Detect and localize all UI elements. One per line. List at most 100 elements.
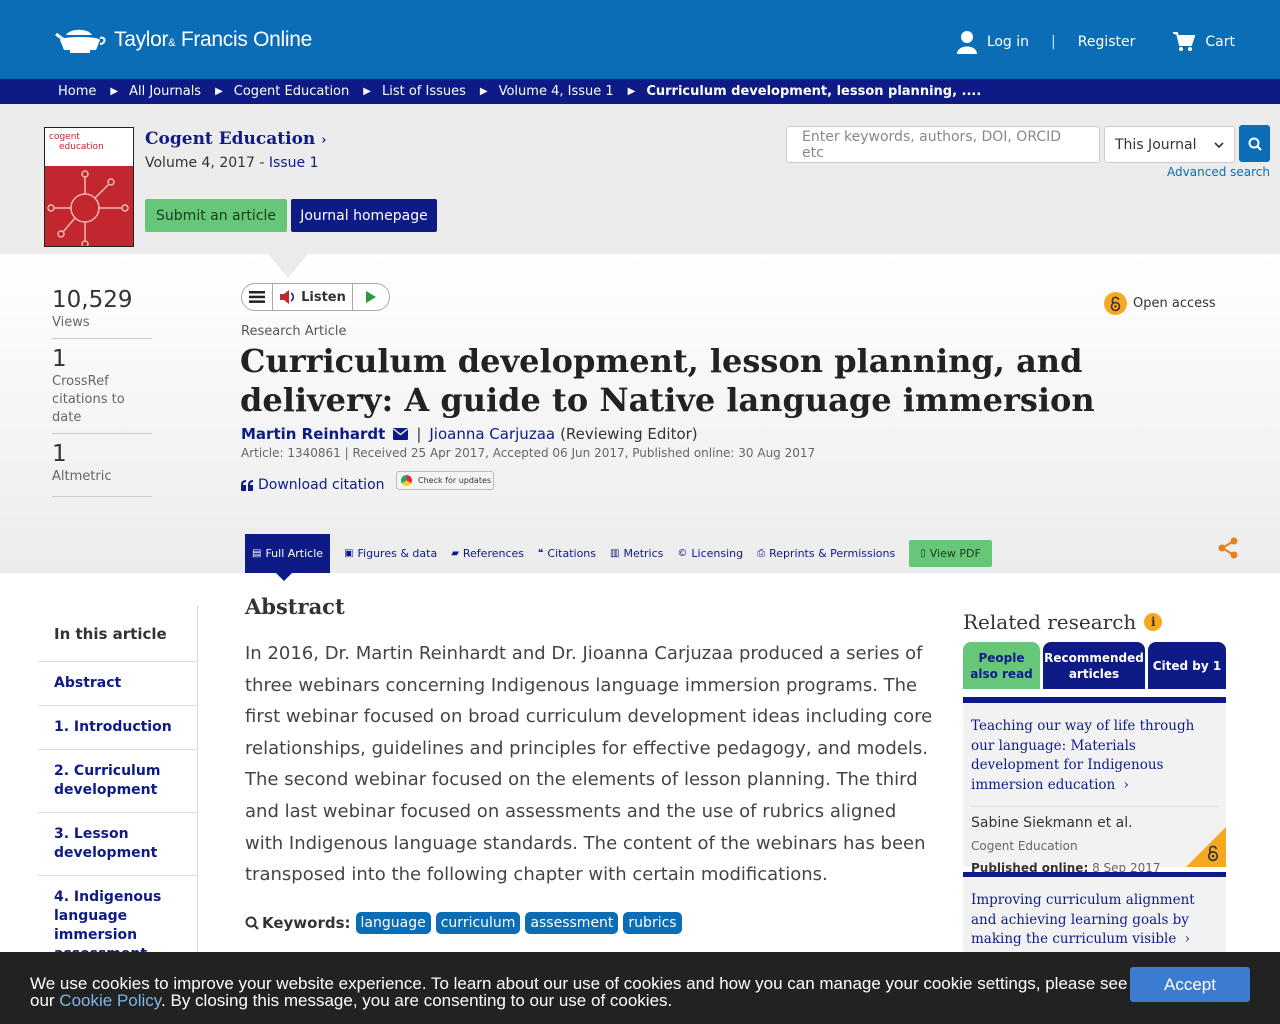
breadcrumb-home[interactable]: Home <box>58 84 96 99</box>
play-icon <box>366 291 376 303</box>
tab-reprints-permissions[interactable]: ⎙ Reprints & Permissions <box>757 547 895 560</box>
author-link[interactable]: Martin Reinhardt <box>241 425 385 443</box>
metric-value: 1 <box>52 441 67 467</box>
user-icon <box>956 31 977 54</box>
journal-bar-notch <box>268 254 308 278</box>
keyword-tag[interactable]: curriculum <box>435 912 521 934</box>
breadcrumb-journal[interactable]: Cogent Education <box>234 84 349 99</box>
journal-volume: Volume 4, 2017 - Issue 1 <box>145 155 319 171</box>
nav-item-lesson-development[interactable]: 3. Lesson development <box>38 813 197 876</box>
breadcrumb-arrow-icon: ▶ <box>627 86 636 97</box>
breadcrumb-all-journals[interactable]: All Journals <box>129 84 201 99</box>
keyword-tag[interactable]: rubrics <box>623 912 682 934</box>
article-metrics: 10,529 Views 1 CrossRef citations to dat… <box>52 286 152 503</box>
nav-item-introduction[interactable]: 1. Introduction <box>38 706 197 750</box>
submit-article-button[interactable]: Submit an article <box>145 199 287 232</box>
journal-cover[interactable]: cogent education <box>44 127 134 247</box>
metric-label: Views <box>52 315 90 330</box>
advanced-search-link[interactable]: Advanced search <box>1167 165 1270 179</box>
file-icon: ▤ <box>252 548 262 559</box>
metric-views: 10,529 Views <box>52 286 152 339</box>
site-header: Taylor& Francis Online Log in | Register… <box>0 0 1280 79</box>
listen-button[interactable]: Listen <box>273 284 353 310</box>
keyword-tag[interactable]: language <box>355 912 431 934</box>
article-tabs: ▤ Full Article ▣ Figures & data ▰ Reference… <box>245 534 1006 573</box>
book-icon: ▰ <box>451 548 459 559</box>
share-icon <box>1218 537 1238 559</box>
breadcrumb-issue[interactable]: Volume 4, Issue 1 <box>499 84 614 99</box>
check-for-updates-button[interactable]: Check for updates <box>396 471 494 490</box>
related-article-title[interactable]: Improving curriculum alignment and achie… <box>971 891 1218 950</box>
breadcrumb: Home ▶ All Journals ▶ Cogent Education ▶… <box>0 79 1280 104</box>
issue-link[interactable]: Issue 1 <box>269 155 319 171</box>
tab-citations[interactable]: ❝ Citations <box>538 547 596 560</box>
tab-recommended-articles[interactable]: Recommended articles <box>1043 642 1145 689</box>
metric-crossref: 1 CrossRef citations to date <box>52 345 152 434</box>
metric-value: 10,529 <box>52 287 133 313</box>
search-input[interactable]: Enter keywords, authors, DOI, ORCID etc <box>786 126 1100 163</box>
article-title: Curriculum development, lesson planning,… <box>240 342 1095 419</box>
keywords: Keywords: language curriculum assessment… <box>245 912 682 934</box>
download-citation-link[interactable]: Download citation <box>241 477 385 493</box>
nav-item-curriculum-development[interactable]: 2. Curriculum development <box>38 750 197 813</box>
cart-icon <box>1173 32 1196 51</box>
open-access-label: Open access <box>1133 296 1216 311</box>
listen-label: Listen <box>301 289 346 305</box>
open-access-corner-icon <box>1186 827 1226 867</box>
play-button[interactable] <box>353 284 389 310</box>
active-tab-notch <box>276 573 292 581</box>
nav-item-abstract[interactable]: Abstract <box>38 662 197 706</box>
info-icon[interactable]: i <box>1144 613 1163 631</box>
related-research-title: Related research <box>963 610 1137 634</box>
tab-references[interactable]: ▰ References <box>451 547 524 560</box>
cart-link[interactable]: Cart <box>1173 32 1235 52</box>
tab-cited-by[interactable]: Cited by 1 <box>1148 642 1226 689</box>
copyright-icon: © <box>677 548 688 559</box>
metric-value: 1 <box>52 346 67 372</box>
site-logo[interactable]: Taylor& Francis Online <box>54 26 312 54</box>
in-this-article-nav: In this article Abstract 1. Introduction… <box>38 605 198 965</box>
search-scope-select[interactable]: This Journal <box>1104 126 1235 163</box>
register-link[interactable]: Register <box>1078 34 1136 50</box>
keyword-tag[interactable]: assessment <box>525 912 619 934</box>
open-access-badge: Open access <box>1104 292 1216 315</box>
tab-licensing[interactable]: © Licensing <box>677 547 743 560</box>
article-type: Research Article <box>241 324 347 339</box>
tab-figures-data[interactable]: ▣ Figures & data <box>344 547 437 560</box>
tab-full-article[interactable]: ▤ Full Article <box>245 534 331 573</box>
journal-name-link[interactable]: Cogent Education › <box>145 129 326 149</box>
breadcrumb-list-of-issues[interactable]: List of Issues <box>382 84 466 99</box>
accept-cookies-button[interactable]: Accept <box>1130 967 1250 1002</box>
article-dates: Article: 1340861 | Received 25 Apr 2017,… <box>241 446 816 460</box>
login-link[interactable]: Log in <box>956 30 1029 54</box>
cookie-policy-link[interactable]: Cookie Policy <box>59 991 161 1010</box>
author-list: Martin Reinhardt | Jioanna Carjuzaa (Rev… <box>241 425 698 443</box>
breadcrumb-arrow-icon: ▶ <box>110 86 119 97</box>
metric-altmetric[interactable]: 1 Altmetric <box>52 440 152 497</box>
teapot-logo-icon <box>55 29 106 53</box>
keywords-label: Keywords: <box>262 914 351 932</box>
view-pdf-button[interactable]: ▯ View PDF <box>909 540 992 567</box>
logo-text: Taylor& Francis Online <box>114 28 312 51</box>
chevron-down-icon <box>1214 141 1224 148</box>
journal-homepage-button[interactable]: Journal homepage <box>291 199 437 232</box>
tab-metrics[interactable]: ▥ Metrics <box>610 547 663 560</box>
quote-icon <box>241 479 253 491</box>
nav-heading: In this article <box>38 605 197 662</box>
related-article-title[interactable]: Teaching our way of life through our lan… <box>971 717 1218 796</box>
search-button[interactable] <box>1239 125 1270 162</box>
listen-menu-button[interactable] <box>242 284 273 310</box>
breadcrumb-arrow-icon: ▶ <box>215 86 223 97</box>
open-access-icon <box>1104 292 1127 315</box>
breadcrumb-arrow-icon: ▶ <box>479 86 488 97</box>
related-research-tabs: People also read Recommended articles Ci… <box>963 642 1226 689</box>
share-button[interactable] <box>1217 537 1239 563</box>
author-link[interactable]: Jioanna Carjuzaa <box>429 425 555 443</box>
related-article-authors: Sabine Siekmann et al. <box>971 805 1218 831</box>
envelope-icon[interactable] <box>393 428 409 440</box>
tab-people-also-read[interactable]: People also read <box>963 642 1040 689</box>
print-icon: ⎙ <box>757 548 766 559</box>
journal-bar: cogent education Cogent Education › Volum… <box>0 104 1280 254</box>
breadcrumb-current: Curriculum development, lesson planning,… <box>646 84 982 99</box>
related-article-card: Improving curriculum alignment and achie… <box>963 877 1226 957</box>
